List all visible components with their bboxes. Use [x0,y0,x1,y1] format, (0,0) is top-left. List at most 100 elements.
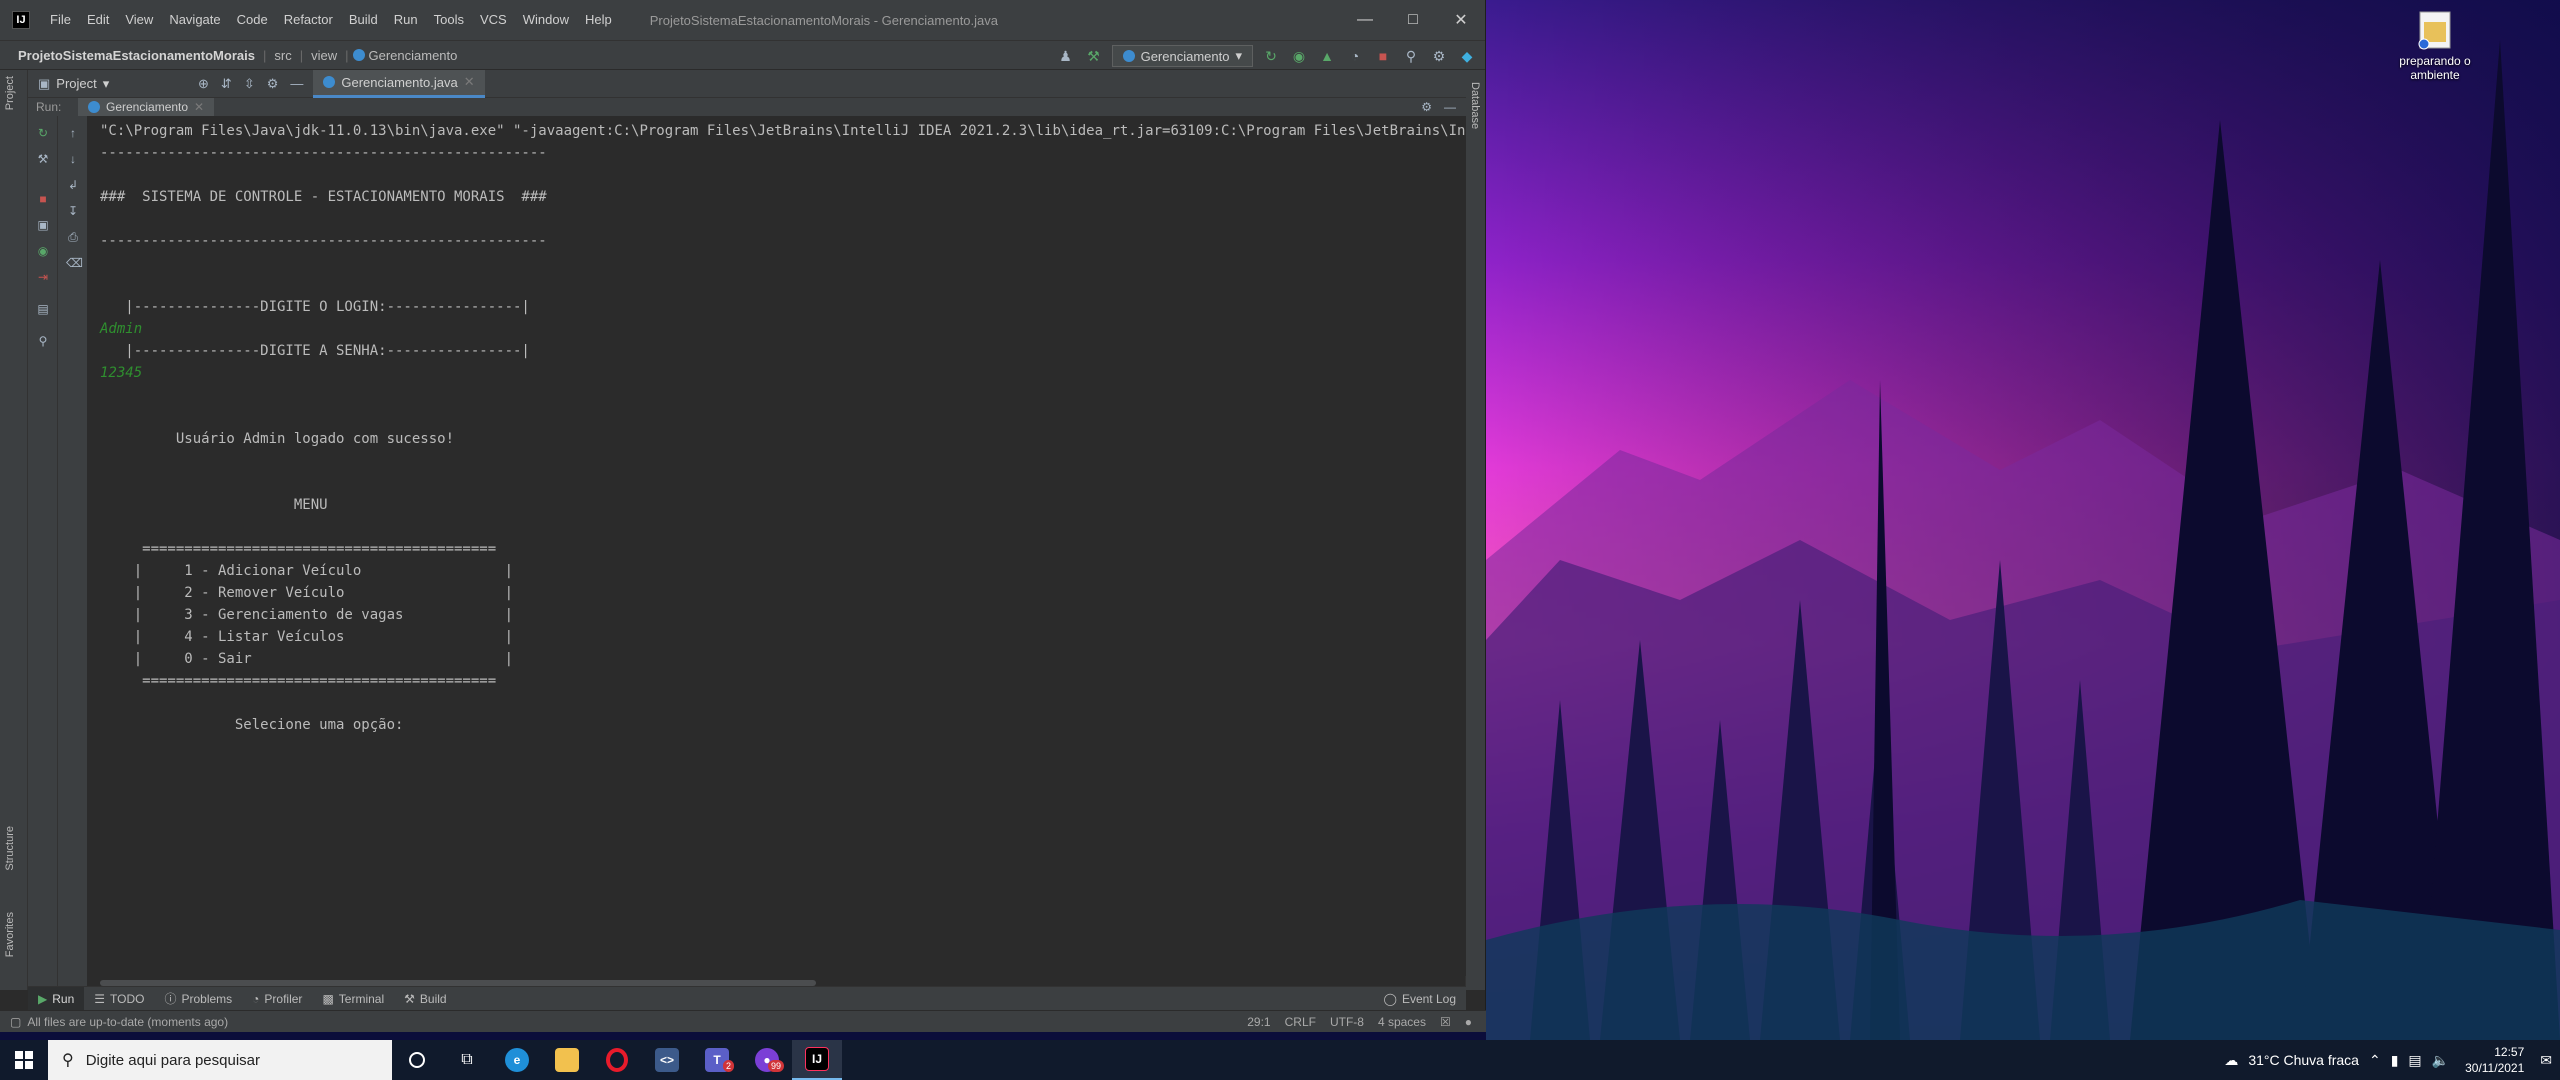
notifications-icon[interactable]: ✉ [2540,1052,2552,1069]
gear-icon[interactable]: ⚙ [1421,100,1432,114]
exit-icon[interactable]: ⇥ [36,270,50,284]
menu-tools[interactable]: Tools [426,0,472,40]
close-button[interactable]: ✕ [1437,0,1485,40]
tab-gerenciamento-java[interactable]: Gerenciamento.java ✕ [313,69,485,98]
event-log-button[interactable]: ◯ Event Log [1384,987,1456,1011]
tool-tab-label: Build [419,991,447,1006]
run-configuration-dropdown[interactable]: Gerenciamento ▾ [1111,45,1253,67]
menu-run[interactable]: Run [386,0,426,40]
caret-position[interactable]: 29:1 [1247,1015,1270,1029]
taskbar-app-opera[interactable] [592,1040,642,1080]
start-button[interactable] [0,1040,48,1080]
tool-tab-project[interactable]: Project [4,76,16,110]
print-icon[interactable]: ⎙ [66,230,80,244]
taskbar-app-edge[interactable]: e [492,1040,542,1080]
breadcrumb-separator: | [345,47,349,63]
breadcrumb-src[interactable]: src [270,48,295,63]
stop-icon[interactable]: ■ [36,192,50,206]
pin-icon[interactable]: ⚲ [36,334,50,348]
line-separator[interactable]: CRLF [1285,1015,1316,1029]
arrow-up-icon[interactable]: ↑ [66,126,80,140]
menu-file[interactable]: File [42,0,79,40]
menu-view[interactable]: View [117,0,161,40]
gear-icon[interactable]: ⚙ [267,76,279,92]
indent-setting[interactable]: 4 spaces [1378,1015,1426,1029]
layout-icon[interactable]: ▤ [36,302,50,316]
rerun-icon[interactable]: ↻ [1261,46,1281,66]
tool-tab-problems[interactable]: ⓘ Problems [154,987,242,1011]
console-output[interactable]: "C:\Program Files\Java\jdk-11.0.13\bin\j… [88,116,1466,976]
run-tab-gerenciamento[interactable]: Gerenciamento ✕ [78,98,215,116]
tool-tab-database[interactable]: Database [1469,82,1481,129]
status-message-text: All files are up-to-date (moments ago) [27,1014,229,1029]
camera-icon[interactable]: ▣ [36,218,50,232]
tool-tab-profiler[interactable]: ◔ Profiler [242,987,312,1011]
taskbar-app-chat[interactable]: ● 99 [742,1040,792,1080]
rerun-icon[interactable]: ↻ [36,126,50,140]
plugin-icon[interactable]: ◆ [1457,46,1477,66]
trash-icon[interactable]: ⌫ [66,256,83,270]
tool-tab-favorites[interactable]: Favorites [4,912,16,957]
tool-tab-structure[interactable]: Structure [4,826,16,871]
menu-window[interactable]: Window [515,0,577,40]
memory-indicator-icon[interactable]: ● [1465,1015,1472,1029]
minimize-button[interactable]: — [1341,0,1389,40]
weather-text[interactable]: 31°C Chuva fraca [2248,1052,2359,1068]
menu-build[interactable]: Build [341,0,386,40]
breadcrumb-project[interactable]: ProjetoSistemaEstacionamentoMorais [0,48,259,63]
menu-code[interactable]: Code [229,0,276,40]
account-icon[interactable]: ♟ [1056,46,1076,66]
breadcrumb-view[interactable]: view [307,48,341,63]
expand-all-icon[interactable]: ⇵ [221,76,232,92]
debug-icon[interactable]: ◉ [36,244,50,258]
hide-icon[interactable]: — [290,76,303,92]
tool-tab-build[interactable]: ⚒ Build [394,987,456,1011]
menu-navigate[interactable]: Navigate [161,0,228,40]
windows-logo-icon [15,1051,33,1069]
menu-help[interactable]: Help [577,0,620,40]
close-icon[interactable]: ✕ [464,74,475,90]
search-icon[interactable]: ⚲ [1401,46,1421,66]
battery-icon[interactable]: ▮ [2391,1052,2399,1069]
project-view-dropdown[interactable]: ▣ Project ▾ [28,76,188,92]
taskbar-clock[interactable]: 12:57 30/11/2021 [2459,1044,2530,1076]
close-icon[interactable]: ✕ [194,100,204,114]
wrench-icon[interactable]: ⚒ [36,152,50,166]
locate-icon[interactable]: ⊕ [198,76,209,92]
tool-tab-run[interactable]: ▶ Run [28,986,85,1011]
tool-tab-terminal[interactable]: ▩ Terminal [312,987,394,1011]
lock-icon[interactable]: ☒ [1440,1015,1451,1029]
coverage-icon[interactable]: ▲ [1317,46,1337,66]
soft-wrap-icon[interactable]: ↲ [66,178,80,192]
taskbar-app-teams[interactable]: T 2 [692,1040,742,1080]
task-view-button[interactable]: ⧉ [442,1040,492,1080]
profile-icon[interactable]: ◔ [1345,46,1365,66]
debug-icon[interactable]: ◉ [1289,46,1309,66]
collapse-all-icon[interactable]: ⇳ [244,76,255,92]
scroll-to-end-icon[interactable]: ↧ [66,204,80,218]
taskbar-app-intellij[interactable]: IJ [792,1040,842,1080]
maximize-button[interactable]: □ [1389,0,1437,40]
menu-vcs[interactable]: VCS [472,0,515,40]
build-hammer-icon[interactable]: ⚒ [1084,46,1104,66]
taskbar-app-explorer[interactable] [542,1040,592,1080]
clock-date: 30/11/2021 [2465,1061,2525,1075]
terminal-icon: ▩ [322,991,334,1006]
gear-icon[interactable]: ⚙ [1429,46,1449,66]
status-window-icon: ▢ [10,1014,22,1029]
chevron-up-icon[interactable]: ⌃ [2369,1052,2381,1069]
breadcrumb-file[interactable]: Gerenciamento [365,48,462,63]
cortana-button[interactable] [392,1040,442,1080]
desktop-folder-shortcut[interactable]: preparando o ambiente [2392,8,2478,82]
tool-tab-todo[interactable]: ☰ TODO [84,987,154,1011]
menu-edit[interactable]: Edit [79,0,117,40]
network-icon[interactable]: ▤ [2408,1052,2421,1069]
menu-refactor[interactable]: Refactor [276,0,341,40]
file-encoding[interactable]: UTF-8 [1330,1015,1364,1029]
taskbar-app-vscode[interactable]: <> [642,1040,692,1080]
stop-icon[interactable]: ■ [1373,46,1393,66]
volume-icon[interactable]: 🔈 [2432,1052,2449,1069]
taskbar-search-box[interactable]: ⚲ Digite aqui para pesquisar [48,1040,392,1080]
hide-icon[interactable]: — [1444,100,1456,114]
arrow-down-icon[interactable]: ↓ [66,152,80,166]
